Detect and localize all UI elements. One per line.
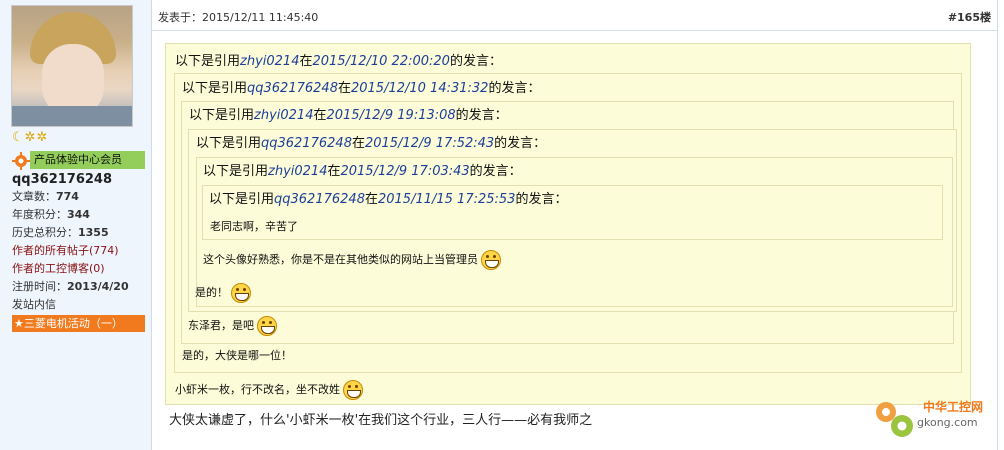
reply-text: 东泽君，是吧 — [188, 319, 254, 332]
reply-text: 是的，大侠是哪一位！ — [182, 349, 292, 362]
stat-total-points: 历史总积分：1355 — [12, 226, 109, 240]
quote-mid: 在 — [313, 108, 327, 123]
reply-text: 老同志啊，辛苦了 — [210, 220, 298, 233]
thinking-face-icon — [481, 250, 501, 270]
quote-time: 2015/12/9 17:03:43 — [340, 164, 470, 179]
gear-icon — [12, 152, 30, 170]
reply-text: 是的！ — [195, 286, 228, 299]
quote-mid: 在 — [299, 54, 313, 69]
quote-post: 的发言： — [469, 164, 522, 179]
reply-line: 是的！ — [195, 283, 251, 303]
quote-user[interactable]: qq362176248 — [261, 136, 352, 151]
quote-mid: 在 — [327, 164, 341, 179]
site-watermark: 中华工控网 gkong.com — [870, 396, 1000, 442]
grin-icon — [231, 283, 251, 303]
post-header: 发表于：2015/12/11 11:45:40 #165楼 — [152, 0, 997, 31]
stat-value: 774 — [56, 190, 79, 203]
reply-text: 小虾米一枚，行不改名，坐不改姓 — [175, 383, 340, 396]
avatar[interactable] — [11, 5, 133, 127]
quote-time: 2015/11/15 17:25:53 — [377, 192, 516, 207]
watermark-domain: gkong.com — [917, 416, 978, 429]
quote-pre: 以下是引用 — [182, 81, 248, 96]
quote-post: 的发言： — [515, 192, 568, 207]
stat-value: 1355 — [78, 226, 109, 239]
stat-articles: 文章数：774 — [12, 190, 79, 204]
activity-label: 三菱电机活动（一） — [23, 317, 123, 330]
quote-time: 2015/12/10 22:00:20 — [312, 54, 450, 69]
quote-pre: 以下是引用 — [189, 108, 255, 123]
gear-logo-icon — [876, 402, 913, 437]
quote-mid: 在 — [364, 192, 378, 207]
grin-icon — [343, 380, 363, 400]
rank-badge: 产品体验中心会员 — [30, 151, 145, 169]
quote-user[interactable]: zhyi0214 — [240, 54, 299, 69]
reg-label: 注册时间： — [12, 280, 67, 293]
quote-user[interactable]: qq362176248 — [274, 192, 365, 207]
quote-mid: 在 — [337, 81, 351, 96]
avatar-shirt — [12, 106, 132, 126]
quote-user[interactable]: zhyi0214 — [268, 164, 327, 179]
watermark-name: 中华工控网 — [923, 400, 984, 414]
reg-time: 注册时间：2013/4/20 — [12, 280, 129, 294]
star-icon: ★ — [14, 317, 24, 330]
stat-label: 年度积分： — [12, 208, 67, 221]
quote-mid: 在 — [351, 136, 365, 151]
quote-time: 2015/12/9 19:13:08 — [326, 108, 456, 123]
blog-link[interactable]: 作者的工控博客(0) — [12, 262, 105, 276]
message-link[interactable]: 发站内信 — [12, 298, 56, 312]
quote-post: 的发言： — [488, 81, 541, 96]
stat-label: 历史总积分： — [12, 226, 78, 239]
quote-header-1: 以下是引用zhyi0214在2015/12/10 22:00:20的发言： — [175, 54, 502, 70]
user-panel: ☾✲✲ 产品体验中心会员 qq362176248 文章数：774 年度积分：34… — [0, 0, 152, 450]
quote-post: 的发言： — [455, 108, 508, 123]
quote-post: 的发言： — [494, 136, 547, 151]
right-border — [997, 0, 998, 450]
quote-header-2: 以下是引用qq362176248在2015/12/10 14:31:32的发言： — [182, 81, 540, 97]
username[interactable]: qq362176248 — [12, 172, 112, 187]
quote-user[interactable]: zhyi0214 — [254, 108, 313, 123]
reply-line: 这个头像好熟悉，你是不是在其他类似的网站上当管理员 — [203, 250, 501, 270]
reply-text: 这个头像好熟悉，你是不是在其他类似的网站上当管理员 — [203, 253, 478, 266]
post-time: 发表于：2015/12/11 11:45:40 — [158, 11, 319, 24]
all-posts-link[interactable]: 作者的所有帖子(774) — [12, 244, 119, 258]
reg-value: 2013/4/20 — [67, 280, 129, 293]
rank-stars-icon: ☾✲✲ — [12, 130, 49, 145]
stat-annual-points: 年度积分：344 — [12, 208, 90, 222]
grin-icon — [257, 316, 277, 336]
activity-link[interactable]: ★三菱电机活动（一） — [12, 315, 145, 332]
quote-pre: 以下是引用 — [175, 54, 241, 69]
floor-number[interactable]: #165楼 — [948, 9, 991, 25]
quote-post: 的发言： — [449, 54, 502, 69]
reply-line: 小虾米一枚，行不改名，坐不改姓 — [175, 380, 363, 400]
stat-value: 344 — [67, 208, 90, 221]
post-body: 大侠太谦虚了，什么'小虾米一枚'在我们这个行业，三人行——必有我师之 — [169, 413, 593, 428]
quote-time: 2015/12/10 14:31:32 — [350, 81, 489, 96]
quote-user[interactable]: qq362176248 — [247, 81, 338, 96]
quote-header-5: 以下是引用zhyi0214在2015/12/9 17:03:43的发言： — [203, 164, 522, 180]
quote-header-6: 以下是引用qq362176248在2015/11/15 17:25:53的发言： — [209, 192, 567, 208]
quote-pre: 以下是引用 — [203, 164, 269, 179]
quote-time: 2015/12/9 17:52:43 — [364, 136, 495, 151]
quote-pre: 以下是引用 — [209, 192, 275, 207]
reply-line: 东泽君，是吧 — [188, 316, 277, 336]
quote-header-3: 以下是引用zhyi0214在2015/12/9 19:13:08的发言： — [189, 108, 508, 124]
quote-pre: 以下是引用 — [196, 136, 262, 151]
stat-label: 文章数： — [12, 190, 56, 203]
quote-header-4: 以下是引用qq362176248在2015/12/9 17:52:43的发言： — [196, 136, 546, 152]
